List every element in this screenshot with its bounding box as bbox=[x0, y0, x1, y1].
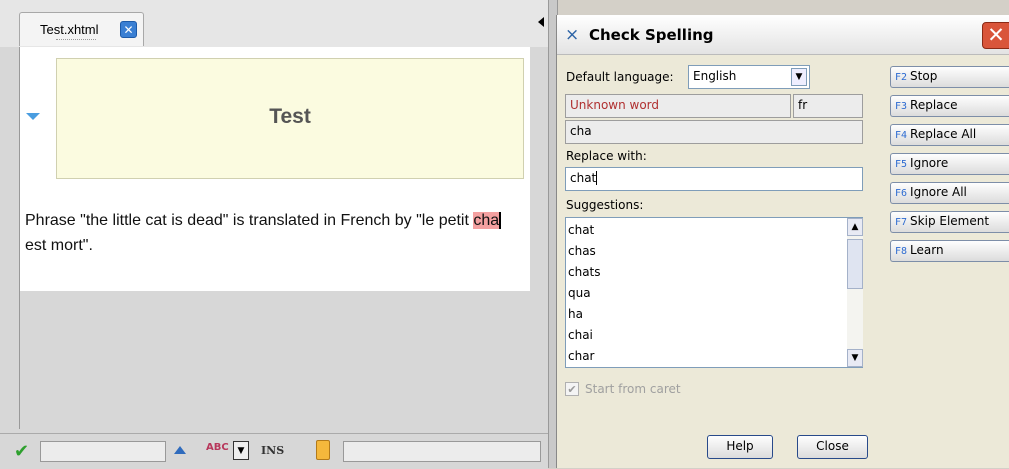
spellcheck-icon[interactable]: ABC bbox=[206, 442, 229, 453]
spellcheck-tools-icon: ⨯ bbox=[565, 25, 580, 45]
skip-element-button[interactable]: F7 Skip Element bbox=[890, 211, 1009, 233]
paragraph-text-before: Phrase "the little cat is dead" is trans… bbox=[25, 212, 474, 229]
start-from-caret-label: Start from caret bbox=[585, 382, 681, 396]
button-label: Learn bbox=[910, 243, 944, 257]
replace-with-input[interactable]: chat bbox=[565, 167, 863, 191]
list-item[interactable]: ha bbox=[568, 304, 583, 325]
default-language-label: Default language: bbox=[566, 70, 674, 84]
insert-mode-indicator: INS bbox=[261, 444, 285, 457]
unknown-word-language: fr bbox=[793, 94, 863, 118]
check-spelling-dialog: ⨯ Check Spelling ✕ Default language: Eng… bbox=[556, 15, 1009, 468]
learn-button[interactable]: F8 Learn bbox=[890, 240, 1009, 262]
ignore-button[interactable]: F5 Ignore bbox=[890, 153, 1009, 175]
collapse-left-arrow-icon[interactable] bbox=[538, 17, 544, 27]
button-label: Replace bbox=[910, 98, 958, 112]
status-field-2 bbox=[343, 441, 541, 462]
default-language-value: English bbox=[693, 69, 737, 83]
help-button[interactable]: Help bbox=[707, 435, 773, 459]
collapse-triangle-icon[interactable] bbox=[26, 113, 40, 120]
replace-button[interactable]: F3 Replace bbox=[890, 95, 1009, 117]
button-label: Ignore bbox=[910, 156, 949, 170]
document-empty-area bbox=[19, 291, 530, 429]
dialog-close-button[interactable]: ✕ bbox=[982, 22, 1009, 49]
dialog-title-bar[interactable]: ⨯ Check Spelling ✕ bbox=[557, 15, 1009, 55]
key-hint: F4 bbox=[895, 130, 908, 141]
unknown-word-field: cha bbox=[565, 120, 863, 144]
dropdown-toggle-icon[interactable]: ▼ bbox=[233, 441, 249, 460]
list-item[interactable]: chai bbox=[568, 325, 593, 346]
list-item[interactable]: chas bbox=[568, 241, 596, 262]
button-label: Replace All bbox=[910, 127, 977, 141]
scroll-down-icon[interactable]: ▼ bbox=[847, 349, 863, 367]
key-hint: F7 bbox=[895, 217, 908, 228]
tab-modified-indicator bbox=[56, 39, 96, 40]
tab-test-xhtml[interactable]: Test.xhtml ✕ bbox=[19, 12, 144, 46]
key-hint: F2 bbox=[895, 72, 908, 83]
replace-all-button[interactable]: F4 Replace All bbox=[890, 124, 1009, 146]
chevron-down-icon[interactable]: ▼ bbox=[791, 68, 807, 86]
dialog-title: Check Spelling bbox=[589, 26, 714, 44]
suggestions-list[interactable]: chat chas chats qua ha chai char ▲ ▼ bbox=[565, 217, 863, 368]
key-hint: F8 bbox=[895, 246, 908, 257]
ignore-all-button[interactable]: F6 Ignore All bbox=[890, 182, 1009, 204]
stop-button[interactable]: F2 Stop bbox=[890, 66, 1009, 88]
valid-check-icon: ✔ bbox=[14, 441, 30, 462]
status-bar: ✔ ABC ▼ INS bbox=[0, 433, 548, 469]
up-arrow-icon[interactable] bbox=[174, 446, 186, 454]
tab-bar: Test.xhtml ✕ bbox=[0, 0, 548, 47]
title-block[interactable]: Test bbox=[56, 58, 524, 179]
tab-label: Test.xhtml bbox=[40, 22, 99, 37]
text-caret bbox=[596, 171, 598, 185]
list-item[interactable]: chat bbox=[568, 220, 594, 241]
close-button[interactable]: Close bbox=[797, 435, 868, 459]
list-item[interactable]: char bbox=[568, 346, 595, 367]
key-hint: F6 bbox=[895, 188, 908, 199]
replace-with-value: chat bbox=[570, 171, 597, 185]
editor-pane: Test.xhtml ✕ Test Phrase "the little cat… bbox=[0, 0, 548, 469]
misspelled-word[interactable]: cha bbox=[473, 212, 502, 229]
scroll-up-icon[interactable]: ▲ bbox=[847, 218, 863, 236]
status-field-1 bbox=[40, 441, 166, 462]
button-label: Skip Element bbox=[910, 214, 990, 228]
close-tab-icon[interactable]: ✕ bbox=[120, 21, 137, 38]
list-item[interactable]: qua bbox=[568, 283, 591, 304]
scrollbar[interactable]: ▲ ▼ bbox=[847, 218, 863, 367]
paragraph-text-after: est mort". bbox=[25, 237, 93, 254]
key-hint: F5 bbox=[895, 159, 908, 170]
document-area[interactable]: Test Phrase "the little cat is dead" is … bbox=[19, 47, 530, 291]
replace-with-label: Replace with: bbox=[566, 149, 647, 163]
key-hint: F3 bbox=[895, 101, 908, 112]
button-label: Ignore All bbox=[910, 185, 967, 199]
button-label: Stop bbox=[910, 69, 938, 83]
suggestions-label: Suggestions: bbox=[566, 198, 644, 212]
list-item[interactable]: chats bbox=[568, 262, 601, 283]
unknown-word-label: Unknown word bbox=[565, 94, 791, 118]
default-language-select[interactable]: English ▼ bbox=[688, 65, 810, 89]
scroll-thumb[interactable] bbox=[847, 239, 863, 289]
clipboard-icon[interactable] bbox=[316, 440, 330, 460]
start-from-caret-checkbox[interactable]: ✔ bbox=[565, 382, 579, 396]
doc-title: Test bbox=[269, 105, 311, 128]
paragraph[interactable]: Phrase "the little cat is dead" is trans… bbox=[25, 208, 525, 258]
